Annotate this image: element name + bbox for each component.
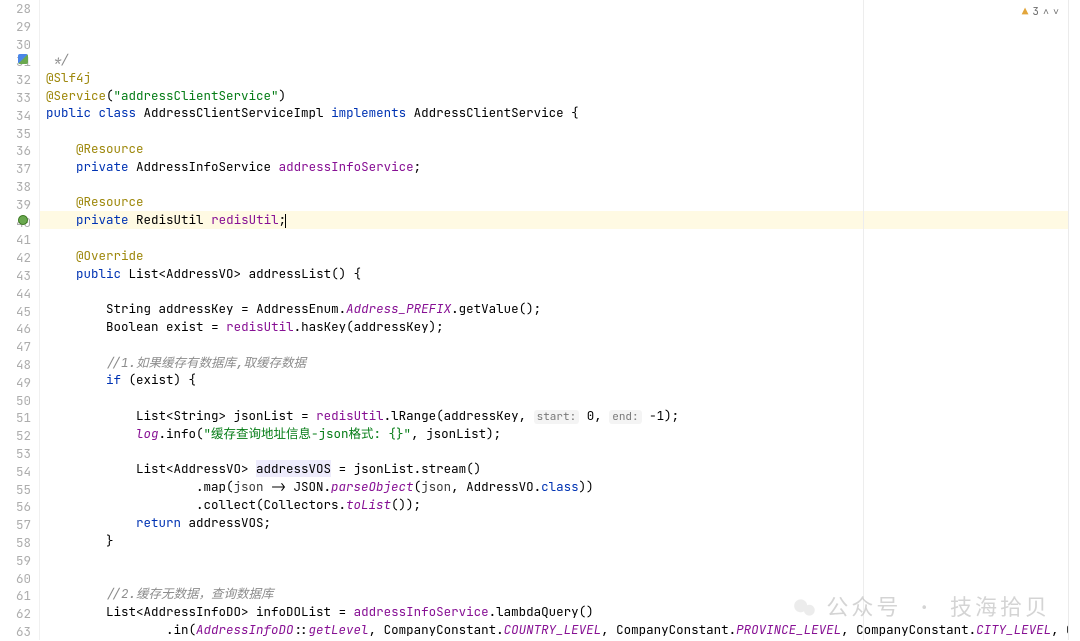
code-line[interactable]: @Resource bbox=[40, 193, 1080, 211]
line-number: 45 bbox=[0, 303, 31, 321]
line-number: 37 bbox=[0, 160, 31, 178]
line-number: 36 bbox=[0, 142, 31, 160]
line-number: 46 bbox=[0, 320, 31, 338]
line-number: 58 bbox=[0, 534, 31, 552]
line-number: 56 bbox=[0, 498, 31, 516]
line-number: 55 bbox=[0, 481, 31, 499]
warning-icon: ▲ bbox=[1022, 5, 1029, 19]
line-number-gutter: 2829303132333435363738394041424344454647… bbox=[0, 0, 40, 640]
chevron-down-icon[interactable]: ˅ bbox=[1053, 5, 1059, 19]
code-line[interactable]: .collect(Collectors.toList()); bbox=[40, 496, 1080, 514]
line-number: 44 bbox=[0, 285, 31, 303]
line-number: 52 bbox=[0, 427, 31, 445]
line-number: 32 bbox=[0, 71, 31, 89]
code-line[interactable] bbox=[40, 389, 1080, 407]
code-line[interactable]: } bbox=[40, 532, 1080, 550]
line-number: 51 bbox=[0, 409, 31, 427]
code-editor[interactable]: 2829303132333435363738394041424344454647… bbox=[0, 0, 1080, 640]
code-line[interactable]: return addressVOS; bbox=[40, 514, 1080, 532]
right-margin-guide bbox=[863, 0, 864, 640]
code-line[interactable]: private RedisUtil redisUtil; bbox=[40, 211, 1080, 229]
warning-count: 3 bbox=[1032, 5, 1039, 19]
error-stripe[interactable] bbox=[1068, 0, 1080, 640]
code-line[interactable]: //1.如果缓存有数据库,取缓存数据 bbox=[40, 354, 1080, 372]
line-number: 47 bbox=[0, 338, 31, 356]
line-number: 54 bbox=[0, 463, 31, 481]
line-number: 33 bbox=[0, 89, 31, 107]
code-line[interactable] bbox=[40, 549, 1080, 567]
line-number: 53 bbox=[0, 445, 31, 463]
line-number: 50 bbox=[0, 392, 31, 410]
line-number: 59 bbox=[0, 552, 31, 570]
code-line[interactable]: @Slf4j bbox=[40, 69, 1080, 87]
code-line[interactable]: @Resource bbox=[40, 140, 1080, 158]
code-line[interactable] bbox=[40, 443, 1080, 461]
code-line[interactable] bbox=[40, 336, 1080, 354]
code-line[interactable]: */ bbox=[40, 51, 1080, 69]
code-line[interactable]: @Override bbox=[40, 247, 1080, 265]
code-line[interactable] bbox=[40, 229, 1080, 247]
code-line[interactable]: //2.缓存无数据，查询数据库 bbox=[40, 585, 1080, 603]
line-number: 39 bbox=[0, 196, 31, 214]
code-line[interactable]: public class AddressClientServiceImpl im… bbox=[40, 104, 1080, 122]
code-area[interactable]: */@Slf4j@Service("addressClientService")… bbox=[40, 0, 1080, 640]
line-number: 31 bbox=[0, 53, 31, 71]
code-line[interactable]: .in(AddressInfoDO::getLevel, CompanyCons… bbox=[40, 621, 1080, 639]
code-line[interactable]: .map(json -> JSON.parseObject(json, Addr… bbox=[40, 478, 1080, 496]
line-number: 61 bbox=[0, 587, 31, 605]
inspections-widget[interactable]: ▲ 3 ˄ ˅ bbox=[1019, 4, 1062, 20]
line-number: 57 bbox=[0, 516, 31, 534]
line-number: 63 bbox=[0, 623, 31, 641]
code-line[interactable] bbox=[40, 567, 1080, 585]
code-line[interactable]: List<String> jsonList = redisUtil.lRange… bbox=[40, 407, 1080, 425]
code-line[interactable]: Boolean exist = redisUtil.hasKey(address… bbox=[40, 318, 1080, 336]
line-number: 34 bbox=[0, 107, 31, 125]
line-number: 43 bbox=[0, 267, 31, 285]
code-line[interactable]: public List<AddressVO> addressList() { bbox=[40, 265, 1080, 283]
line-number: 49 bbox=[0, 374, 31, 392]
code-line[interactable]: private AddressInfoService addressInfoSe… bbox=[40, 158, 1080, 176]
line-number: 41 bbox=[0, 231, 31, 249]
code-line[interactable]: if (exist) { bbox=[40, 371, 1080, 389]
line-number: 42 bbox=[0, 249, 31, 267]
line-number: 29 bbox=[0, 18, 31, 36]
implements-gutter-icon[interactable] bbox=[18, 53, 28, 71]
line-number: 28 bbox=[0, 0, 31, 18]
code-line[interactable]: List<AddressVO> addressVOS = jsonList.st… bbox=[40, 460, 1080, 478]
line-number: 62 bbox=[0, 605, 31, 623]
line-number: 60 bbox=[0, 570, 31, 588]
override-gutter-icon[interactable] bbox=[18, 214, 28, 232]
code-line[interactable]: log.info("缓存查询地址信息-json格式: {}", jsonList… bbox=[40, 425, 1080, 443]
code-line[interactable] bbox=[40, 176, 1080, 194]
code-line[interactable]: String addressKey = AddressEnum.Address_… bbox=[40, 300, 1080, 318]
line-number: 40 bbox=[0, 214, 31, 232]
line-number: 48 bbox=[0, 356, 31, 374]
code-line[interactable]: @Service("addressClientService") bbox=[40, 87, 1080, 105]
line-number: 35 bbox=[0, 125, 31, 143]
line-number: 38 bbox=[0, 178, 31, 196]
code-line[interactable] bbox=[40, 282, 1080, 300]
code-line[interactable] bbox=[40, 122, 1080, 140]
chevron-up-icon[interactable]: ˄ bbox=[1043, 5, 1049, 19]
line-number: 30 bbox=[0, 36, 31, 54]
code-line[interactable]: List<AddressInfoDO> infoDOList = address… bbox=[40, 603, 1080, 621]
